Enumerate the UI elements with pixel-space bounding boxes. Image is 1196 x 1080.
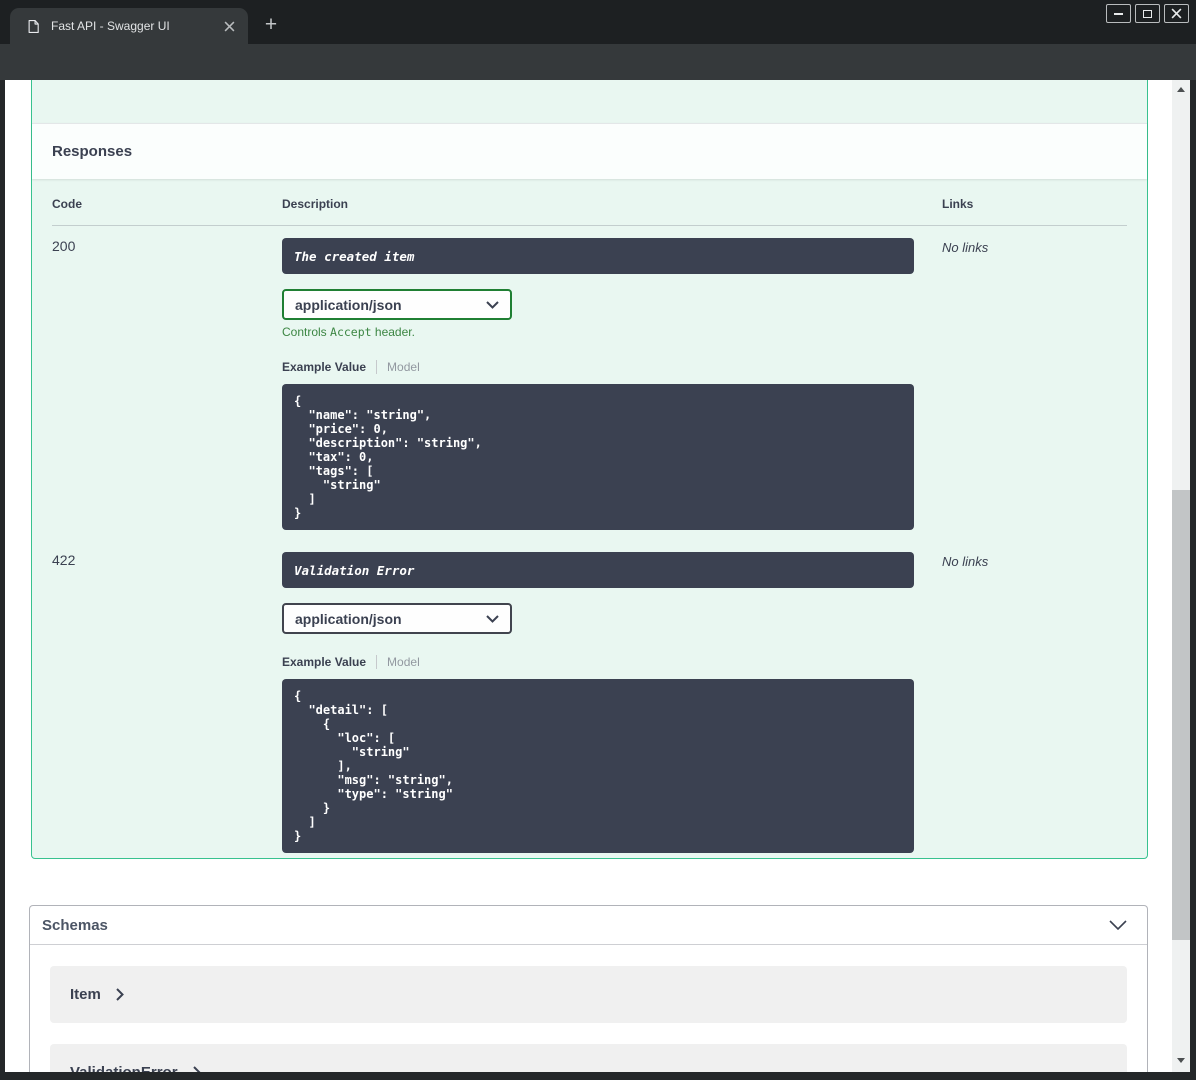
schemas-header[interactable]: Schemas bbox=[30, 906, 1147, 945]
example-json-box-200: { "name": "string", "price": 0, "descrip… bbox=[282, 384, 914, 530]
page-content: Responses Code Description Links 200 The… bbox=[5, 80, 1190, 1072]
model-name-validationerror: ValidationError bbox=[70, 1064, 178, 1072]
media-type-select-422[interactable]: application/json bbox=[282, 603, 512, 634]
tab-separator bbox=[376, 360, 378, 374]
response-links-422: No links bbox=[942, 554, 989, 569]
chevron-down-icon bbox=[1109, 920, 1127, 930]
browser-tab[interactable]: Fast API - Swagger UI bbox=[10, 8, 248, 44]
responses-section-header: Responses bbox=[32, 123, 1147, 179]
responses-body: Code Description Links 200 The created i… bbox=[32, 179, 1147, 883]
window-minimize-button[interactable] bbox=[1106, 4, 1131, 23]
window-close-button[interactable] bbox=[1164, 4, 1189, 23]
note-code: Accept bbox=[330, 325, 372, 339]
schemas-body: Item ValidationError bbox=[30, 945, 1147, 1072]
model-name-item: Item bbox=[70, 986, 101, 1003]
example-model-tabs-422: Example Value Model bbox=[282, 655, 942, 669]
chevron-right-icon bbox=[192, 1066, 200, 1072]
response-description-200: The created item bbox=[282, 238, 914, 274]
example-model-tabs-200: Example Value Model bbox=[282, 360, 942, 374]
chevron-right-icon bbox=[116, 988, 124, 1001]
vertical-scrollbar[interactable] bbox=[1172, 80, 1190, 1072]
opblock-post: Responses Code Description Links 200 The… bbox=[31, 80, 1148, 859]
chevron-down-icon bbox=[486, 614, 499, 623]
page-favicon-icon bbox=[28, 19, 39, 33]
response-code-200: 200 bbox=[52, 238, 76, 254]
tab-close-icon[interactable] bbox=[220, 17, 238, 35]
scroll-down-arrow-icon[interactable] bbox=[1177, 1058, 1185, 1063]
chevron-down-icon bbox=[486, 300, 499, 309]
browser-window: { "browser": { "tab": { "title": "Fast A… bbox=[0, 0, 1196, 1080]
response-links-200: No links bbox=[942, 240, 989, 255]
tab-example-value-422[interactable]: Example Value bbox=[282, 655, 366, 669]
schemas-title: Schemas bbox=[42, 916, 108, 934]
tab-model-422[interactable]: Model bbox=[387, 655, 420, 669]
note-prefix: Controls bbox=[282, 325, 331, 339]
opblock-gap bbox=[32, 80, 1147, 123]
example-json-422: { "detail": [ { "loc": [ "string" ], "ms… bbox=[294, 689, 453, 843]
browser-titlebar: Fast API - Swagger UI + bbox=[0, 0, 1196, 44]
schemas-section: Schemas Item ValidationError bbox=[29, 905, 1148, 1072]
controls-accept-note: Controls Accept header. bbox=[282, 325, 942, 339]
tab-model-200[interactable]: Model bbox=[387, 360, 420, 374]
minimize-icon bbox=[1114, 12, 1123, 15]
window-controls bbox=[1106, 4, 1189, 23]
tab-title: Fast API - Swagger UI bbox=[51, 19, 170, 33]
col-header-links: Links bbox=[942, 197, 1127, 226]
new-tab-button[interactable]: + bbox=[260, 14, 282, 37]
responses-title: Responses bbox=[52, 143, 133, 160]
browser-toolbar: 127.0.0.1:8000/docs ☆ ⋮ bbox=[0, 44, 1196, 120]
media-type-value-200: application/json bbox=[295, 296, 402, 313]
col-header-code: Code bbox=[52, 197, 282, 226]
window-maximize-button[interactable] bbox=[1135, 4, 1160, 23]
media-type-select-200[interactable]: application/json bbox=[282, 289, 512, 320]
close-icon bbox=[1171, 8, 1182, 19]
example-json-box-422: { "detail": [ { "loc": [ "string" ], "ms… bbox=[282, 679, 914, 853]
maximize-icon bbox=[1143, 9, 1152, 18]
example-json-200: { "name": "string", "price": 0, "descrip… bbox=[294, 394, 482, 520]
scrollbar-thumb[interactable] bbox=[1172, 490, 1190, 940]
model-row-item[interactable]: Item bbox=[50, 966, 1127, 1023]
scroll-up-arrow-icon[interactable] bbox=[1177, 87, 1185, 92]
tab-separator bbox=[376, 655, 378, 669]
response-description-cell-422: Validation Error application/json Exampl… bbox=[282, 540, 942, 863]
note-suffix: header. bbox=[371, 325, 415, 339]
tab-example-value-200[interactable]: Example Value bbox=[282, 360, 366, 374]
col-header-description: Description bbox=[282, 197, 942, 226]
response-code-422: 422 bbox=[52, 552, 76, 568]
responses-table: Code Description Links 200 The created i… bbox=[52, 197, 1127, 863]
response-description-422: Validation Error bbox=[282, 552, 914, 588]
model-row-validationerror[interactable]: ValidationError bbox=[50, 1044, 1127, 1072]
media-type-value-422: application/json bbox=[295, 610, 402, 627]
response-description-cell-200: The created item application/json Contro… bbox=[282, 226, 942, 540]
